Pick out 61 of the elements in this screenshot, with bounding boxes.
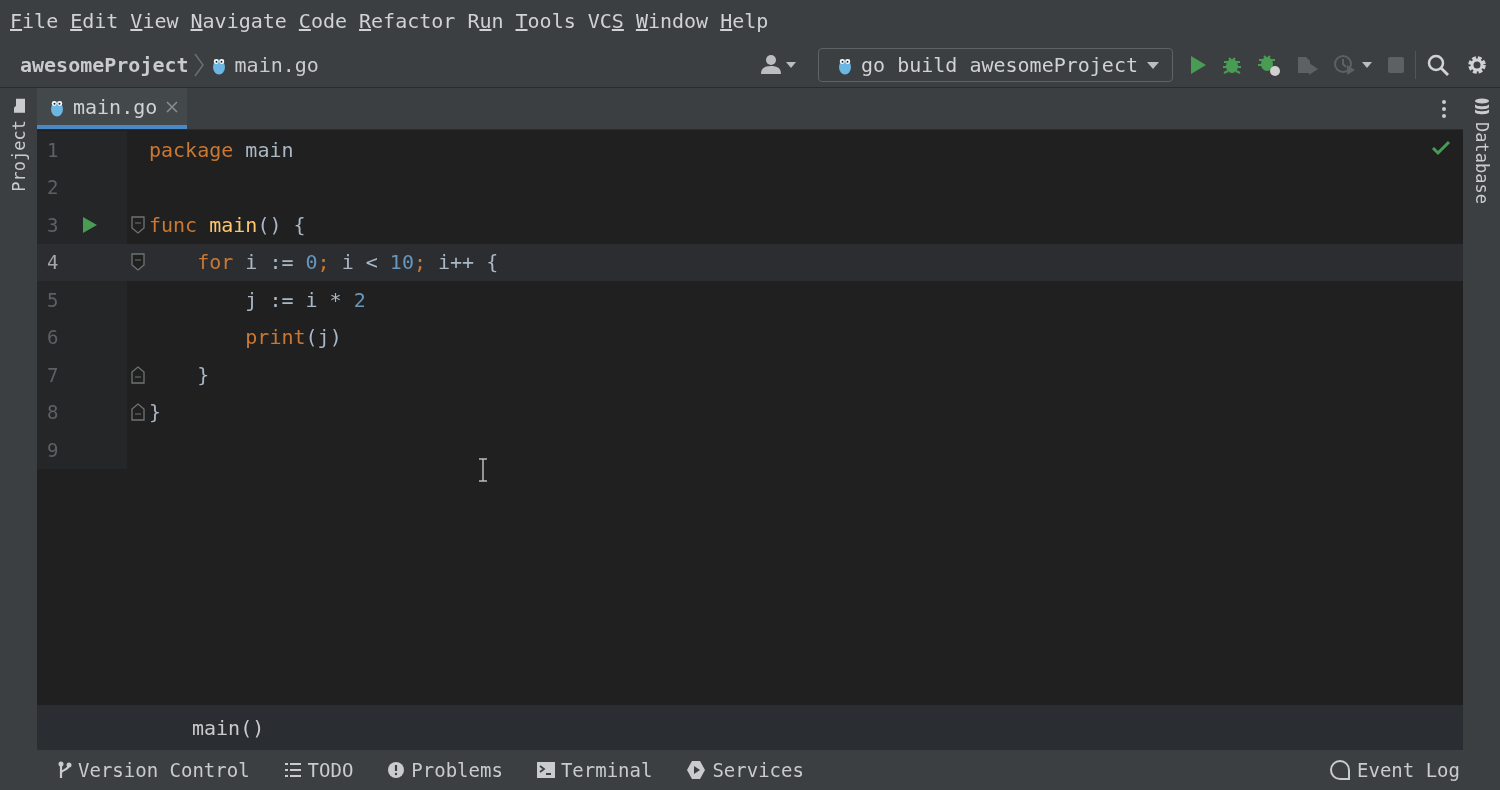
line-number: 4 xyxy=(46,251,60,274)
line-number: 8 xyxy=(46,401,60,424)
file-tab[interactable]: main.go xyxy=(37,88,188,129)
file-breadcrumb[interactable]: main.go xyxy=(234,52,319,77)
tool-window-button[interactable]: Services xyxy=(686,759,804,781)
line-number: 3 xyxy=(46,213,60,236)
fold-end-icon[interactable] xyxy=(130,402,146,423)
line-number: 2 xyxy=(46,176,60,199)
text-cursor-icon xyxy=(477,458,489,482)
fold-icon[interactable] xyxy=(130,214,146,235)
fold-icon[interactable] xyxy=(130,252,146,273)
code-text: j := i * 2 xyxy=(244,287,366,312)
tool-window-button[interactable]: Terminal xyxy=(536,759,653,781)
menu-item[interactable]: Refactor xyxy=(353,9,462,33)
menu-item[interactable]: Tools xyxy=(509,9,582,33)
line-number: 6 xyxy=(46,326,60,349)
more-icon[interactable] xyxy=(1441,98,1447,119)
chevron-icon xyxy=(192,51,205,78)
caret-icon xyxy=(1146,59,1160,70)
menu-item[interactable]: File xyxy=(4,9,65,33)
menu-item[interactable]: Navigate xyxy=(184,9,293,33)
menu-item[interactable]: Run xyxy=(461,9,510,33)
code-text: print(j) xyxy=(244,325,342,350)
event-log-button[interactable]: Event Log xyxy=(1329,759,1460,781)
tool-window-button[interactable]: TODO xyxy=(283,759,354,781)
code-text: func main() { xyxy=(149,212,306,237)
close-icon[interactable] xyxy=(165,99,180,114)
user-icon[interactable] xyxy=(760,53,799,76)
code-text: package main xyxy=(149,137,294,162)
fold-end-icon[interactable] xyxy=(130,364,146,385)
check-icon xyxy=(1431,140,1451,156)
play-hexagon-icon xyxy=(686,760,707,780)
menu-item[interactable]: VCS xyxy=(581,9,630,33)
settings-icon[interactable] xyxy=(1466,53,1488,76)
line-number: 1 xyxy=(46,138,60,161)
project-breadcrumb[interactable]: awesomeProject xyxy=(20,52,189,77)
exclamation-icon xyxy=(387,761,406,779)
terminal-icon xyxy=(536,761,555,779)
menu-item[interactable]: Window xyxy=(629,9,715,33)
run-configuration-dropdown[interactable]: go build awesomeProject xyxy=(818,47,1173,82)
tool-window-button[interactable]: Problems xyxy=(387,759,503,781)
code-text: } xyxy=(196,362,210,387)
speech-bubble-icon xyxy=(1329,759,1352,781)
list-icon xyxy=(283,762,302,778)
line-number: 7 xyxy=(46,363,60,386)
database-icon xyxy=(1473,98,1490,116)
code-text: for i := 0; i < 10; i++ { xyxy=(196,250,499,275)
database-tool-tab[interactable]: Database xyxy=(1471,98,1492,204)
tool-window-button[interactable]: Version Control xyxy=(58,759,250,781)
search-icon[interactable] xyxy=(1426,52,1450,77)
run-gutter-icon[interactable] xyxy=(82,215,98,234)
branch-icon xyxy=(58,761,72,779)
menu-item[interactable]: Edit xyxy=(64,9,125,33)
line-number: 9 xyxy=(46,438,60,461)
line-number: 5 xyxy=(46,288,60,311)
menu-item[interactable]: Code xyxy=(292,9,354,33)
menu-item[interactable]: Help xyxy=(714,9,775,33)
code-text: } xyxy=(149,400,162,425)
project-tool-tab[interactable]: Project xyxy=(8,98,29,192)
menu-item[interactable]: View xyxy=(124,9,185,33)
code-breadcrumb[interactable]: main() xyxy=(192,715,265,740)
